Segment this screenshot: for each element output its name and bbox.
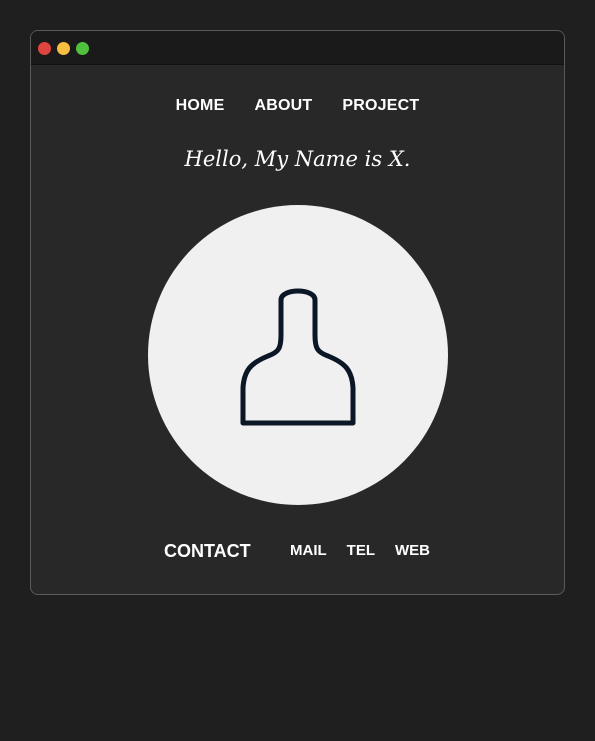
avatar [148,205,448,505]
contact-links: MAIL TEL WEB [290,542,430,559]
contact-web-link[interactable]: WEB [395,542,430,559]
nav-project[interactable]: PROJECT [342,97,419,115]
contact-tel-link[interactable]: TEL [347,542,375,559]
contact-mail-link[interactable]: MAIL [290,542,327,559]
app-window: HOME ABOUT PROJECT Hello, My Name is X. … [30,30,565,595]
minimize-window-button[interactable] [57,42,70,55]
main-nav: HOME ABOUT PROJECT [31,97,564,115]
nav-about[interactable]: ABOUT [254,97,312,115]
nav-home[interactable]: HOME [176,97,225,115]
close-window-button[interactable] [38,42,51,55]
contact-heading: CONTACT [164,541,251,561]
contact-section: CONTACT MAIL TEL WEB [31,541,564,565]
user-silhouette-icon [240,288,356,426]
greeting-heading: Hello, My Name is X. [184,147,411,171]
zoom-window-button[interactable] [76,42,89,55]
title-bar [31,31,564,65]
